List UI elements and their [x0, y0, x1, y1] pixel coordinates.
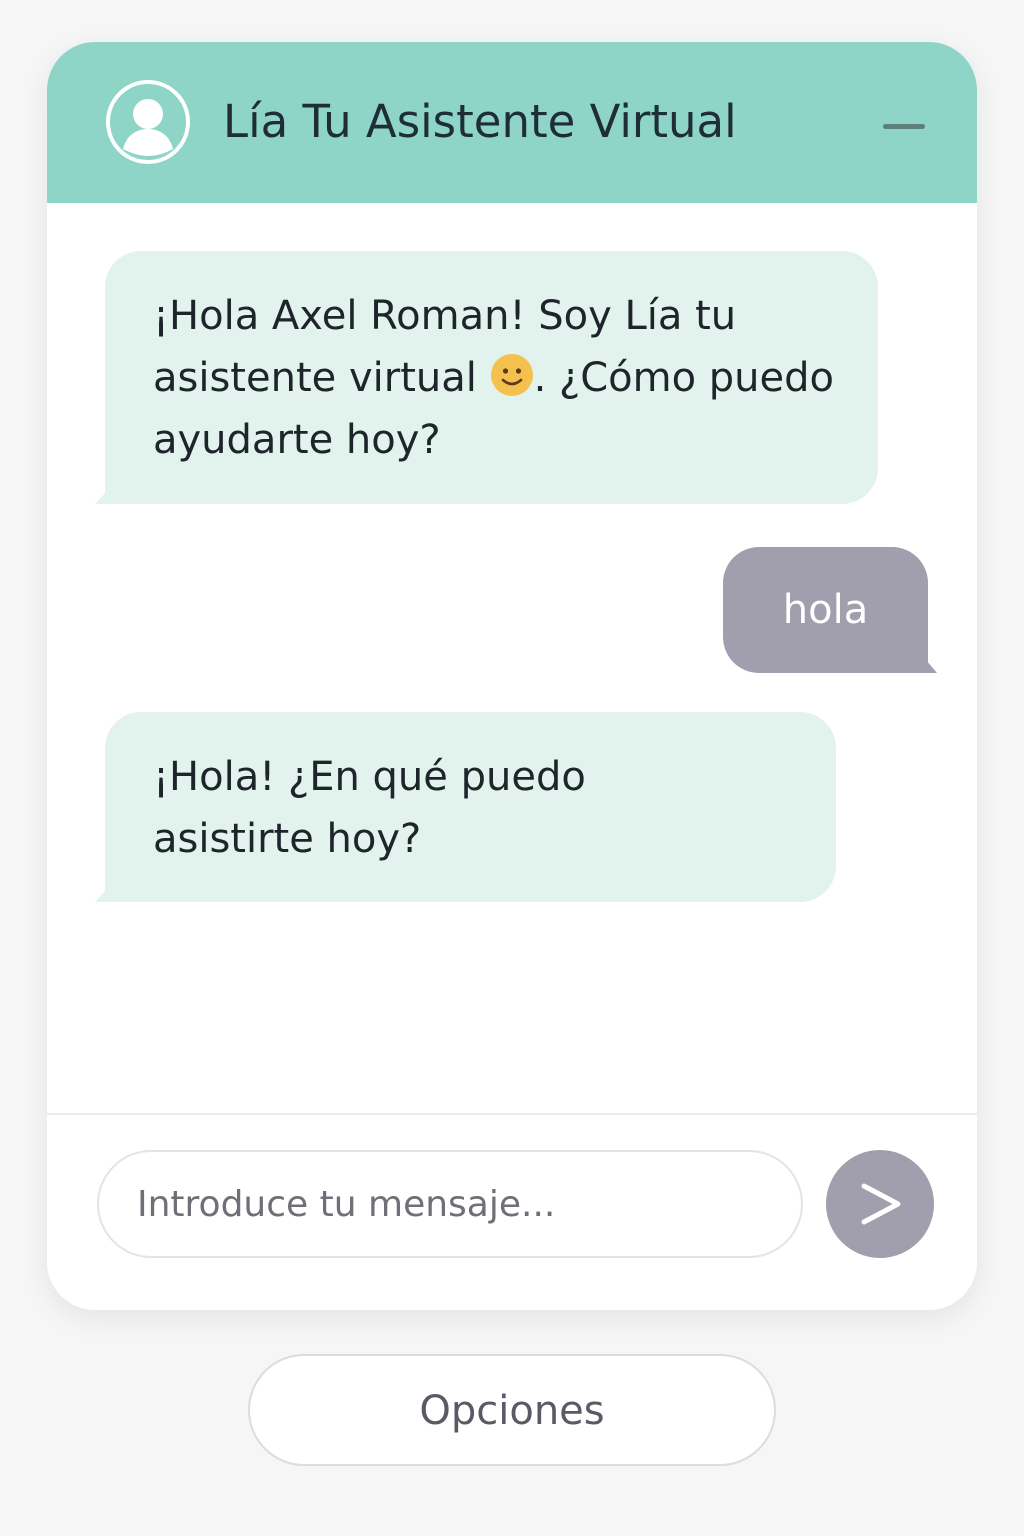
send-arrow-icon	[861, 1183, 901, 1225]
bot-message-text: ¡Hola Axel Roman! Soy Lía tu asistente v…	[153, 293, 834, 463]
bot-message-bubble: ¡Hola! ¿En qué puedo asistirte hoy?	[95, 712, 836, 902]
chat-widget: Lía Tu Asistente Virtual ¡Hola Axel Roma…	[47, 42, 977, 1310]
bot-message-bubble: ¡Hola Axel Roman! Soy Lía tu asistente v…	[95, 251, 878, 504]
minimize-icon[interactable]	[877, 112, 933, 152]
composer-divider	[47, 1113, 977, 1115]
send-button[interactable]	[826, 1150, 934, 1258]
bubble-tail	[915, 647, 937, 673]
chat-header: Lía Tu Asistente Virtual	[47, 42, 977, 203]
message-input[interactable]	[97, 1150, 803, 1258]
user-message-text: hola	[782, 587, 869, 633]
bot-message-text: ¡Hola! ¿En qué puedo asistirte hoy?	[153, 754, 586, 862]
options-button[interactable]: Opciones	[248, 1354, 776, 1466]
user-avatar-icon	[105, 79, 191, 165]
bubble-tail	[95, 876, 119, 902]
user-message-bubble: hola	[723, 547, 937, 673]
chat-title: Lía Tu Asistente Virtual	[223, 95, 737, 148]
bubble-tail	[95, 478, 119, 504]
slightly-smiling-face-icon	[490, 353, 534, 397]
